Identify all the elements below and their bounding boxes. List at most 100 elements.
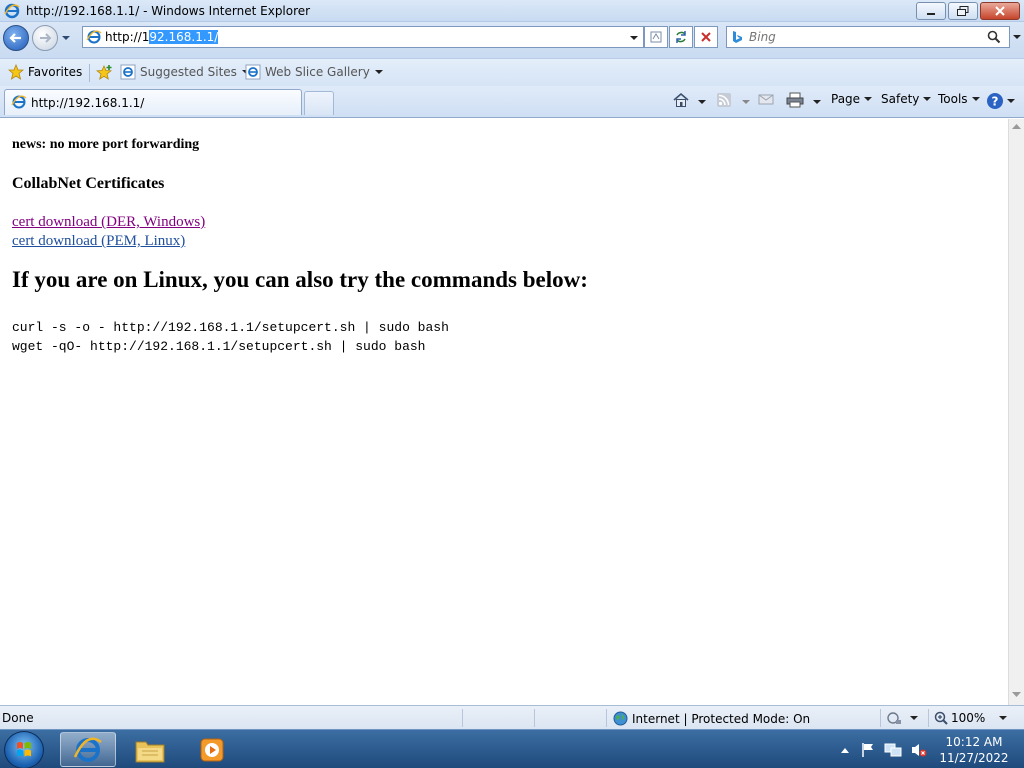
back-arrow-icon: [9, 33, 21, 43]
add-favorite-icon: [96, 65, 113, 80]
address-bar[interactable]: http://192.168.1.1/: [82, 26, 644, 48]
linux-commands-heading: If you are on Linux, you can also try th…: [12, 267, 588, 292]
protected-mode-dropdown-icon: [910, 716, 918, 720]
address-dropdown-icon[interactable]: [629, 35, 639, 41]
home-button[interactable]: [672, 92, 690, 108]
vertical-scrollbar[interactable]: [1008, 119, 1024, 705]
bing-icon: [733, 31, 742, 43]
print-dropdown-icon[interactable]: [813, 99, 821, 105]
add-to-favorites-bar-button[interactable]: [96, 64, 114, 80]
security-zone[interactable]: Internet | Protected Mode: On: [613, 711, 810, 726]
search-box[interactable]: [726, 26, 1010, 48]
taskbar-internet-explorer[interactable]: [60, 732, 116, 767]
volume-muted-icon[interactable]: [910, 742, 928, 758]
suggested-sites-item[interactable]: Suggested Sites: [120, 64, 250, 80]
cert-der-download-link[interactable]: cert download (DER, Windows): [12, 214, 205, 231]
web-slice-gallery-item[interactable]: Web Slice Gallery: [245, 64, 383, 80]
address-url[interactable]: http://192.168.1.1/: [105, 30, 219, 44]
show-hidden-icons-icon[interactable]: [840, 746, 850, 754]
clock[interactable]: 10:12 AM 11/27/2022: [938, 734, 1010, 766]
ie-page-icon: [120, 64, 136, 80]
tab-active[interactable]: http://192.168.1.1/: [4, 89, 302, 115]
ie-page-icon: [245, 64, 261, 80]
zoom-control[interactable]: 100%: [934, 711, 1008, 725]
refresh-icon: [676, 31, 686, 43]
curl-command: curl -s -o - http://192.168.1.1/setupcer…: [12, 320, 449, 335]
certificates-heading: CollabNet Certificates: [12, 175, 165, 192]
address-url-prefix: http://1: [105, 30, 150, 44]
restore-button[interactable]: [948, 2, 978, 20]
help-icon: ?: [987, 93, 1003, 109]
refresh-button[interactable]: [669, 26, 693, 48]
taskbar-media-player[interactable]: [184, 732, 240, 767]
forward-button[interactable]: [32, 25, 58, 51]
read-mail-button[interactable]: [758, 92, 774, 106]
navigation-bar: http://192.168.1.1/: [0, 22, 1024, 58]
protected-mode-toggle[interactable]: [886, 711, 918, 725]
help-menu[interactable]: ?: [986, 92, 1015, 110]
new-tab-button[interactable]: [304, 91, 334, 115]
status-text: Done: [2, 711, 34, 725]
taskbar-windows-explorer[interactable]: [122, 732, 178, 767]
globe-icon: [613, 711, 628, 726]
mail-icon: [758, 94, 774, 105]
forward-arrow-icon: [40, 33, 52, 43]
search-options-dropdown-icon[interactable]: [1012, 33, 1022, 41]
page-menu-dropdown-icon: [864, 97, 873, 101]
feeds-dropdown-icon[interactable]: [742, 99, 750, 105]
favorites-bar: Favorites Suggested Sites Web Slice Gall…: [0, 58, 1024, 86]
action-center-flag-icon[interactable]: [860, 742, 876, 758]
scroll-up-icon[interactable]: [1012, 124, 1021, 130]
home-dropdown-icon[interactable]: [698, 99, 706, 105]
safety-menu[interactable]: Safety: [881, 92, 932, 106]
wget-command: wget -qO- http://192.168.1.1/setupcert.s…: [12, 339, 426, 354]
minimize-button[interactable]: [916, 2, 946, 20]
svg-text:?: ?: [992, 95, 999, 109]
system-tray: [840, 730, 928, 768]
windows-logo-icon: [17, 742, 31, 757]
home-icon: [673, 92, 689, 107]
scroll-down-icon[interactable]: [1012, 691, 1021, 697]
compatibility-view-button[interactable]: [644, 26, 668, 48]
taskbar: 10:12 AM 11/27/2022: [0, 729, 1024, 768]
media-player-icon: [200, 738, 224, 761]
window-title: http://192.168.1.1/ - Windows Internet E…: [26, 4, 311, 18]
favorites-button[interactable]: Favorites: [8, 64, 82, 80]
zoom-level: 100%: [951, 711, 986, 725]
status-divider: [606, 709, 607, 727]
rss-feed-icon: [717, 93, 731, 107]
title-bar[interactable]: http://192.168.1.1/ - Windows Internet E…: [0, 0, 1024, 22]
favorites-star-icon: [8, 64, 24, 80]
tab-title: http://192.168.1.1/: [31, 96, 145, 110]
status-divider: [462, 709, 463, 727]
recent-pages-dropdown-icon[interactable]: [60, 33, 72, 43]
close-window-button[interactable]: [980, 2, 1020, 20]
page-menu-label: Page: [831, 92, 861, 106]
cert-pem-download-link[interactable]: cert download (PEM, Linux): [12, 233, 185, 250]
feeds-button[interactable]: [716, 92, 732, 108]
stop-button[interactable]: [694, 26, 718, 48]
web-slice-gallery-dropdown-icon[interactable]: [374, 69, 383, 75]
status-divider: [880, 709, 881, 727]
start-button[interactable]: [4, 731, 44, 768]
help-dropdown-icon: [1007, 99, 1015, 103]
tab-bar: http://192.168.1.1/ Page Safety Tools ?: [0, 86, 1024, 118]
back-button[interactable]: [3, 25, 29, 51]
address-url-selection: 92.168.1.1/: [149, 30, 219, 44]
safety-menu-label: Safety: [881, 92, 920, 106]
command-block: curl -s -o - http://192.168.1.1/setupcer…: [12, 318, 449, 356]
search-icon[interactable]: [987, 30, 1001, 44]
status-divider: [534, 709, 535, 727]
zoom-dropdown-icon: [999, 716, 1008, 720]
folder-icon: [135, 741, 165, 762]
network-icon[interactable]: [884, 742, 902, 758]
clock-time: 10:12 AM: [945, 735, 1003, 749]
stop-icon: [701, 32, 711, 42]
news-text: news: no more port forwarding: [12, 137, 200, 152]
page-menu[interactable]: Page: [831, 92, 873, 106]
print-button[interactable]: [786, 92, 804, 108]
tools-menu[interactable]: Tools: [938, 92, 980, 106]
search-input[interactable]: [749, 29, 979, 45]
page-content: news: no more port forwarding CollabNet …: [0, 119, 1008, 705]
safety-menu-dropdown-icon: [923, 97, 932, 101]
